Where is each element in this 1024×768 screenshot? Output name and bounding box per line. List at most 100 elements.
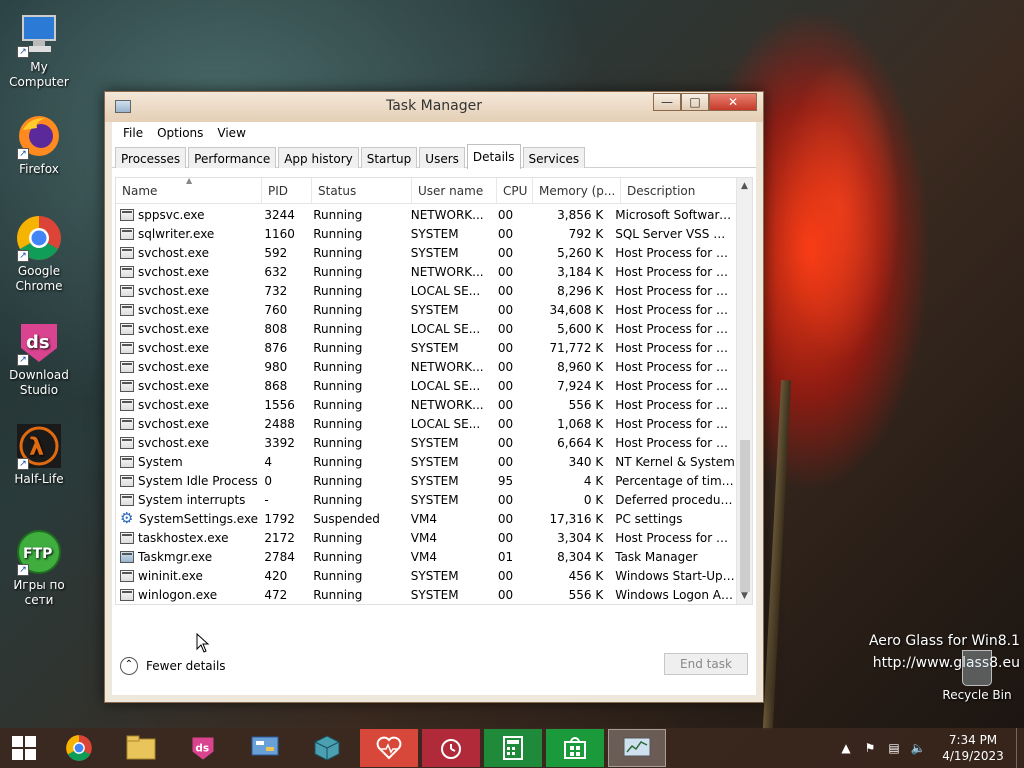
scroll-up-icon[interactable]: ▲	[737, 178, 752, 194]
table-row[interactable]: svchost.exe 2488 Running LOCAL SE... 00 1,068…	[116, 414, 736, 433]
table-row[interactable]: svchost.exe 3392 Running SYSTEM 00 6,664 K Hos…	[116, 433, 736, 452]
close-button[interactable]: ✕	[709, 93, 757, 111]
minimize-button[interactable]: —	[653, 93, 681, 111]
taskbar-control-panel[interactable]	[236, 729, 294, 767]
column-header-cpu[interactable]: CPU	[497, 178, 533, 203]
tab-users[interactable]: Users	[419, 147, 465, 168]
cell-name: sqlwriter.exe	[116, 227, 258, 241]
cell-cpu: 00	[497, 226, 514, 241]
cell-description: Host Process for Wi...	[615, 245, 736, 260]
table-row[interactable]: Taskmgr.exe 2784 Running VM4 01 8,304 K Task M…	[116, 547, 736, 566]
table-row[interactable]: winlogon.exe 472 Running SYSTEM 00 556 K Windo…	[116, 585, 736, 604]
process-name: svchost.exe	[138, 245, 209, 260]
end-task-button[interactable]: End task	[664, 653, 748, 675]
process-window-icon	[120, 227, 134, 240]
menu-view[interactable]: View	[210, 126, 252, 140]
chrome-icon	[66, 735, 92, 761]
cell-cpu: 00	[497, 454, 514, 469]
tab-services[interactable]: Services	[522, 147, 586, 168]
svg-text:ds: ds	[195, 743, 209, 755]
tab-app-history[interactable]: App history	[278, 147, 359, 168]
action-center-flag-icon[interactable]: ⚑	[858, 741, 882, 755]
column-header-pid[interactable]: PID	[262, 178, 312, 203]
taskbar-chrome[interactable]	[50, 729, 108, 767]
cell-cpu: 00	[497, 587, 514, 602]
table-row[interactable]: svchost.exe 980 Running NETWORK... 00 8,960 K…	[116, 357, 736, 376]
table-row[interactable]: svchost.exe 592 Running SYSTEM 00 5,260 K Host…	[116, 243, 736, 262]
cell-description: Windows Start-Up A...	[615, 568, 736, 583]
menu-options[interactable]: Options	[150, 126, 210, 140]
tab-details[interactable]: Details	[466, 144, 521, 169]
cell-memory: 556 K	[568, 587, 604, 602]
maximize-button[interactable]: □	[681, 93, 709, 111]
title-bar[interactable]: Task Manager — □ ✕	[105, 92, 763, 122]
network-icon[interactable]: ▤	[882, 741, 906, 755]
taskbar-store[interactable]	[546, 729, 604, 767]
table-row[interactable]: svchost.exe 1556 Running NETWORK... 00 556 K H…	[116, 395, 736, 414]
cell-memory: 1,068 K	[557, 416, 604, 431]
process-window-icon	[120, 322, 134, 335]
process-window-icon	[120, 265, 134, 278]
clock[interactable]: 7:34 PM 4/19/2023	[930, 732, 1016, 764]
download-studio-icon: ds	[192, 737, 214, 760]
desktop-icon-half-life[interactable]: λ ↗ Half-Life	[0, 422, 78, 487]
desktop-icon-recycle-bin[interactable]: Recycle Bin	[938, 650, 1016, 702]
cell-name: svchost.exe	[116, 360, 258, 374]
table-row[interactable]: taskhostex.exe 2172 Running VM4 00 3,304 K Hos…	[116, 528, 736, 547]
tab-startup[interactable]: Startup	[360, 147, 418, 168]
cell-user-name: SYSTEM	[410, 435, 459, 450]
scroll-thumb[interactable]	[740, 440, 750, 592]
table-row[interactable]: System 4 Running SYSTEM 00 340 K NT Kernel & S…	[116, 452, 736, 471]
volume-muted-icon[interactable]: 🔈	[906, 741, 930, 755]
desktop-icon-firefox[interactable]: ↗ Firefox	[0, 112, 78, 177]
show-hidden-icons-chevron-up-icon[interactable]: ▲	[834, 741, 858, 755]
show-desktop-button[interactable]	[1016, 728, 1024, 768]
table-row[interactable]: svchost.exe 632 Running NETWORK... 00 3,184 K…	[116, 262, 736, 281]
table-row[interactable]: sppsvc.exe 3244 Running NETWORK... 00 3,856 K…	[116, 205, 736, 224]
start-button[interactable]	[0, 728, 50, 768]
table-row[interactable]: svchost.exe 760 Running SYSTEM 00 34,608 K Hos…	[116, 300, 736, 319]
taskbar-task-manager[interactable]	[608, 729, 666, 767]
cell-status: Running	[313, 283, 363, 298]
menu-file[interactable]: File	[116, 126, 150, 140]
desktop-icon-ftp[interactable]: FTP ↗ Игры по сети	[0, 528, 78, 608]
process-window-icon	[120, 379, 134, 392]
taskbar-file-explorer[interactable]	[112, 729, 170, 767]
table-row[interactable]: wininit.exe 420 Running SYSTEM 00 456 K Window…	[116, 566, 736, 585]
table-body: sppsvc.exe 3244 Running NETWORK... 00 3,856 K…	[116, 205, 736, 605]
table-row[interactable]: ⚙ SystemSettings.exe 1792 Suspended VM4 00 17,…	[116, 509, 736, 528]
cell-description: Windows Logon Ap...	[615, 587, 736, 602]
cell-name: svchost.exe	[116, 303, 258, 317]
column-header-memory[interactable]: Memory (p...	[533, 178, 621, 203]
table-row[interactable]: svchost.exe 808 Running LOCAL SE... 00 5,600 …	[116, 319, 736, 338]
taskbar-alarms-app[interactable]	[422, 729, 480, 767]
table-row[interactable]: svchost.exe 732 Running LOCAL SE... 00 8,296 …	[116, 281, 736, 300]
taskbar-download-studio[interactable]: ds	[174, 729, 232, 767]
table-row[interactable]: svchost.exe 868 Running LOCAL SE... 00 7,924 …	[116, 376, 736, 395]
table-row[interactable]: WUDFHost.exe1740RunningLOCAL SE...00812 …	[116, 604, 736, 605]
desktop-icon-my-computer[interactable]: ↗ My Computer	[0, 10, 78, 90]
tab-processes[interactable]: Processes	[115, 147, 187, 168]
taskbar-cube-app[interactable]	[298, 729, 356, 767]
cell-memory: 3,304 K	[557, 530, 604, 545]
scroll-down-icon[interactable]: ▼	[737, 588, 752, 604]
cell-status: Running	[313, 264, 363, 279]
taskbar-calculator[interactable]	[484, 729, 542, 767]
column-header-status[interactable]: Status	[312, 178, 412, 203]
table-row[interactable]: svchost.exe 876 Running SYSTEM 00 71,772 K Hos…	[116, 338, 736, 357]
cell-name: wininit.exe	[116, 569, 258, 583]
desktop-icon-download-studio[interactable]: ds ↗ Download Studio	[0, 318, 78, 398]
tab-performance[interactable]: Performance	[188, 147, 277, 168]
desktop-icon-chrome[interactable]: ↗ Google Chrome	[0, 214, 78, 294]
column-header-user-name[interactable]: User name	[412, 178, 497, 203]
chrome-icon: ↗	[15, 214, 63, 262]
table-row[interactable]: System Idle Process 0 Running SYSTEM 95 4 K Pe…	[116, 471, 736, 490]
fewer-details-button[interactable]: ⌃ Fewer details	[120, 657, 226, 675]
process-name: svchost.exe	[138, 397, 209, 412]
table-row[interactable]: sqlwriter.exe 1160 Running SYSTEM 00 792 K SQL…	[116, 224, 736, 243]
vertical-scrollbar[interactable]: ▲ ▼	[736, 178, 752, 604]
column-header-description[interactable]: Description	[621, 178, 741, 203]
taskbar-health-app[interactable]	[360, 729, 418, 767]
table-row[interactable]: System interrupts - Running SYSTEM 00 0 K Defe…	[116, 490, 736, 509]
process-name: svchost.exe	[138, 321, 209, 336]
